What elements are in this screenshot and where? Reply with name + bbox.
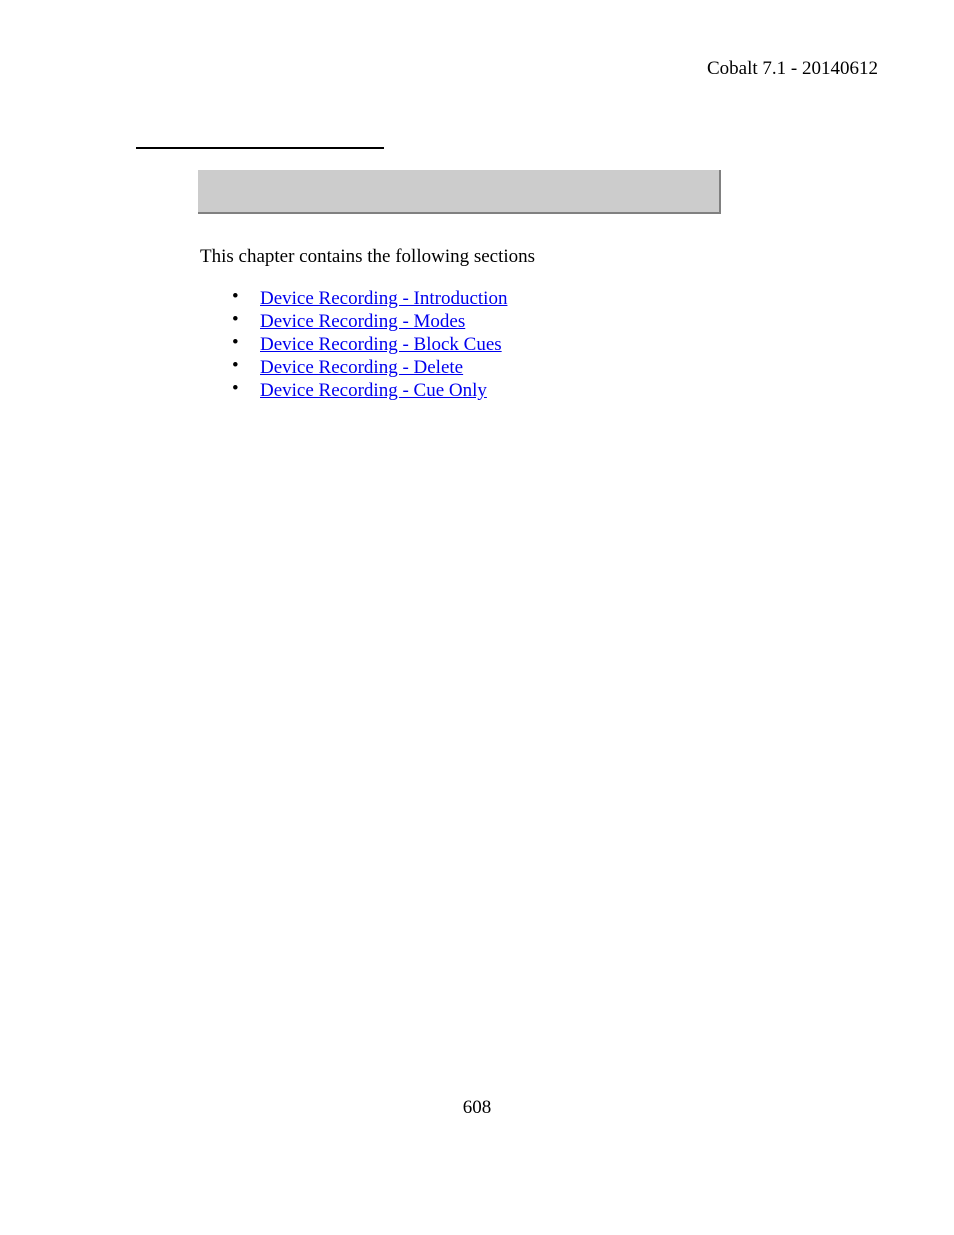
link-device-recording-modes[interactable]: Device Recording - Modes: [260, 311, 465, 332]
list-item: Device Recording - Block Cues: [260, 334, 507, 357]
header-text: Cobalt 7.1 - 20140612: [707, 58, 878, 80]
link-device-recording-block-cues[interactable]: Device Recording - Block Cues: [260, 334, 502, 355]
content-box: [198, 170, 721, 214]
link-device-recording-cue-only[interactable]: Device Recording - Cue Only: [260, 380, 487, 401]
link-device-recording-delete[interactable]: Device Recording - Delete: [260, 357, 463, 378]
page-number: 608: [0, 1097, 954, 1119]
list-item: Device Recording - Cue Only: [260, 380, 507, 403]
list-item: Device Recording - Modes: [260, 311, 507, 334]
list-item: Device Recording - Delete: [260, 357, 507, 380]
section-links-list: Device Recording - Introduction Device R…: [260, 288, 507, 403]
link-device-recording-introduction[interactable]: Device Recording - Introduction: [260, 288, 507, 309]
list-item: Device Recording - Introduction: [260, 288, 507, 311]
intro-paragraph: This chapter contains the following sect…: [200, 246, 535, 268]
horizontal-rule: [136, 147, 384, 149]
